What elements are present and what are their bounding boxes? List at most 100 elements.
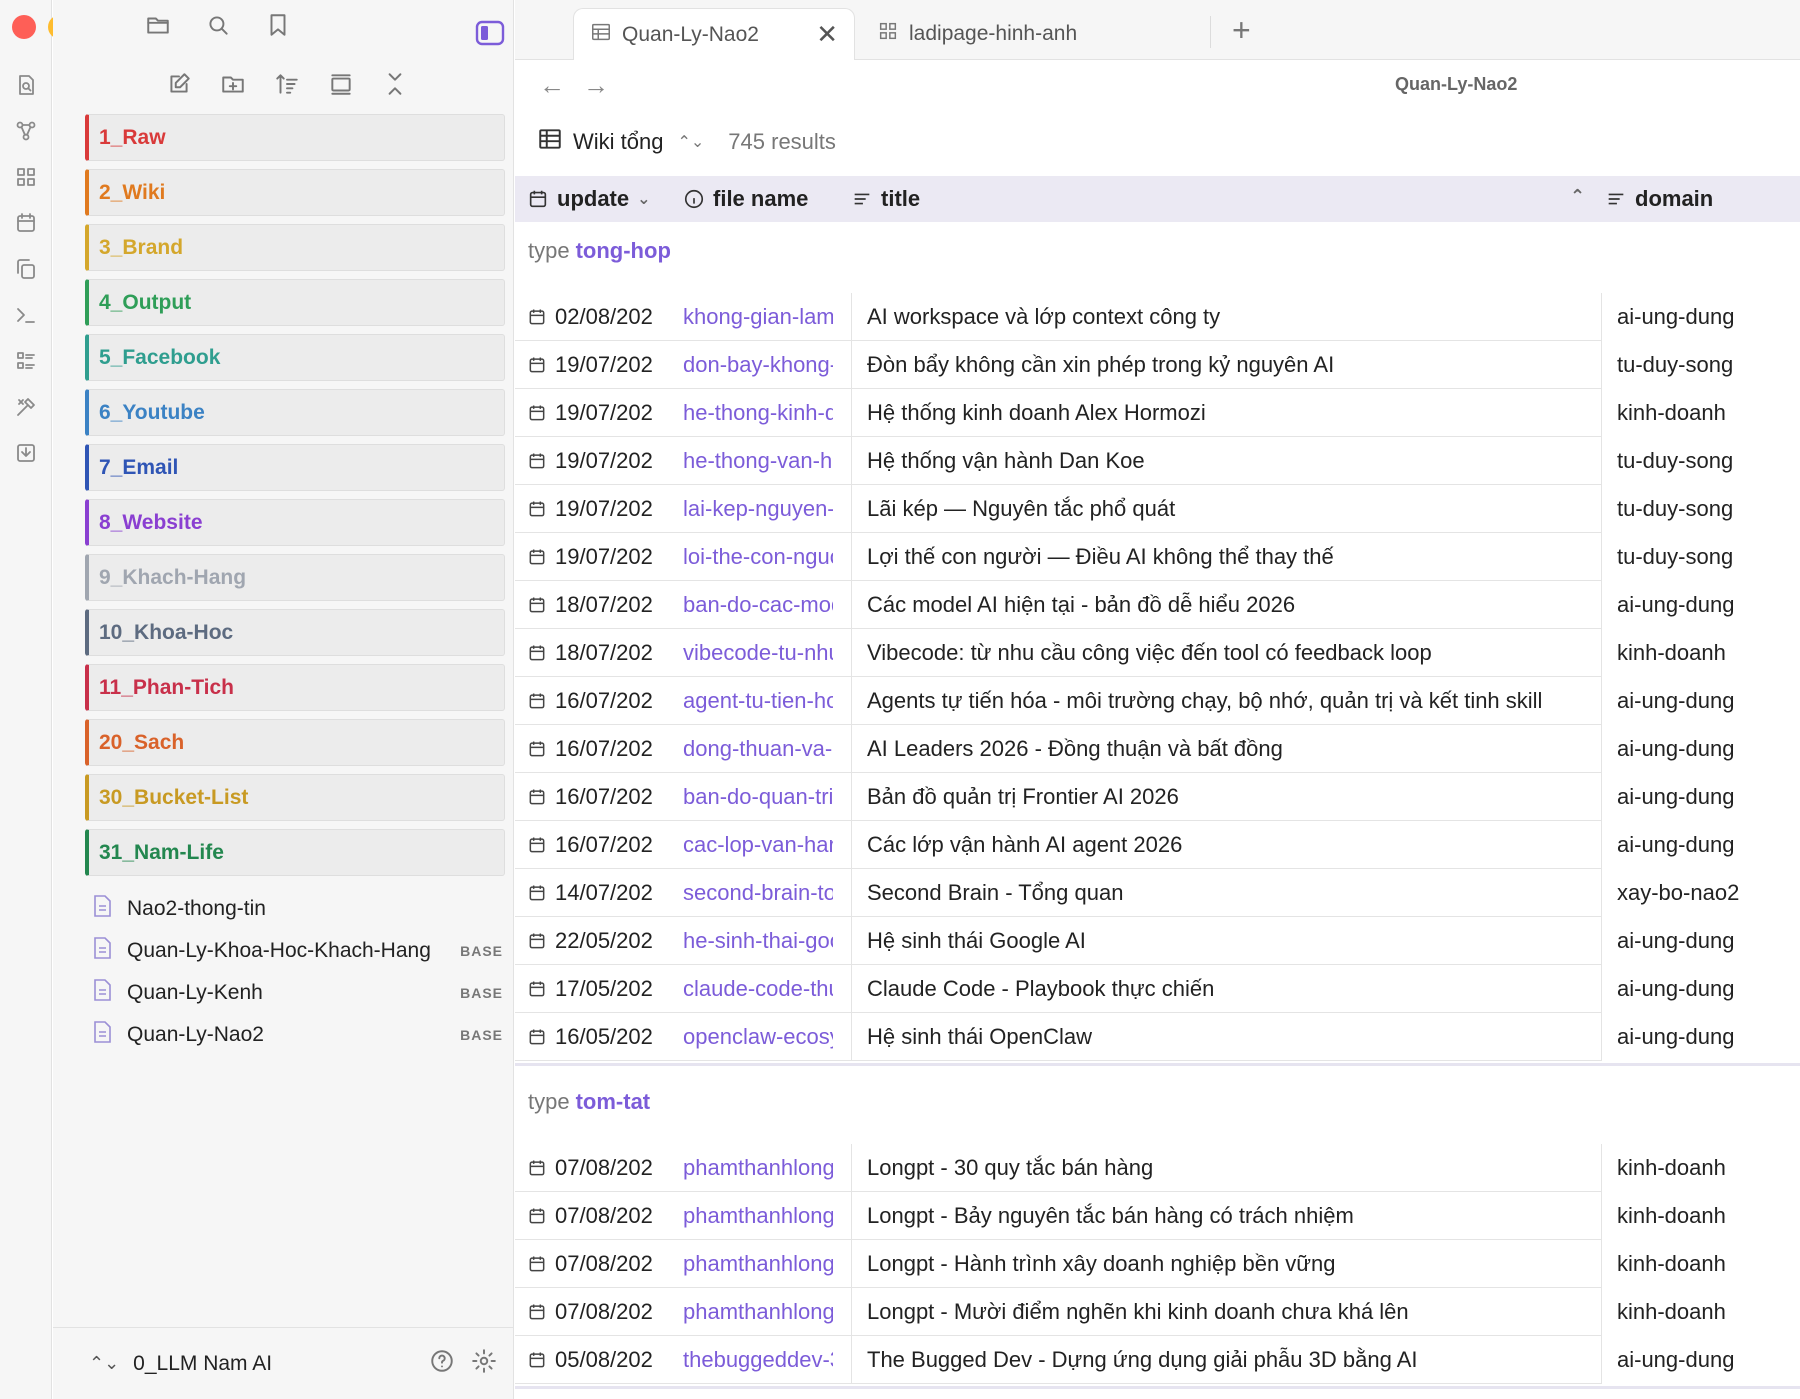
vault-name[interactable]: 0_LLM Nam AI xyxy=(133,1352,429,1376)
column-header-domain[interactable]: domain xyxy=(1605,176,1713,222)
cell-file-name[interactable]: phamthanhlong-bay xyxy=(683,1192,833,1240)
cell-file-name[interactable]: phamthanhlong-hanh xyxy=(683,1240,833,1288)
vault-switch-icon[interactable]: ⌃⌄ xyxy=(89,1353,119,1374)
cell-title: Vibecode: từ nhu cầu công việc đến tool … xyxy=(851,629,1671,677)
column-header-title[interactable]: title xyxy=(851,176,920,222)
sidebar-folder[interactable]: 31_Nam-Life xyxy=(85,829,505,876)
tools-icon[interactable] xyxy=(13,394,39,420)
sidebar-folder[interactable]: 7_Email xyxy=(85,444,505,491)
sidebar-file[interactable]: Quan-Ly-Nao2 BASE xyxy=(91,1014,511,1056)
graph-icon[interactable] xyxy=(13,118,39,144)
table-row[interactable]: 16/07/2026 dong-thuan-va-bat-dong AI Leade… xyxy=(515,725,1800,773)
view-selector[interactable]: Wiki tổng ⌃⌄ 745 results xyxy=(537,124,836,160)
table-row[interactable]: 07/08/2026 phamthanhlong-muoi Longpt - Mườ… xyxy=(515,1288,1800,1336)
sidebar-folder[interactable]: 4_Output xyxy=(85,279,505,326)
table-row[interactable]: 14/07/2026 second-brain-tong-quan Second B… xyxy=(515,869,1800,917)
sidebar-toggle-button[interactable] xyxy=(475,20,505,46)
cell-update: 19/07/2026 xyxy=(527,341,653,389)
collapse-view-icon[interactable] xyxy=(327,70,355,98)
cell-file-name[interactable]: dong-thuan-va-bat-dong xyxy=(683,725,833,773)
table-row[interactable]: 19/07/2026 he-thong-kinh-doanh Hệ thống ki… xyxy=(515,389,1800,437)
table-row[interactable]: 16/05/2026 openclaw-ecosystem Hệ sinh thái… xyxy=(515,1013,1800,1061)
calendar-icon[interactable] xyxy=(13,210,39,236)
cell-file-name[interactable]: he-thong-kinh-doanh xyxy=(683,389,833,437)
sort-ascending-icon[interactable]: ⌃ xyxy=(1570,186,1585,207)
cell-file-name[interactable]: ban-do-quan-tri xyxy=(683,773,833,821)
tab-quan-ly-nao2[interactable]: Quan-Ly-Nao2 ✕ xyxy=(573,8,855,60)
sidebar-folder[interactable]: 11_Phan-Tich xyxy=(85,664,505,711)
cell-file-name[interactable]: he-sinh-thai-google xyxy=(683,917,833,965)
cell-file-name[interactable]: lai-kep-nguyen-tac xyxy=(683,485,833,533)
grid-icon[interactable] xyxy=(13,164,39,190)
sidebar-file[interactable]: Quan-Ly-Kenh BASE xyxy=(91,972,511,1014)
cell-file-name[interactable]: phamthanhlong-30 xyxy=(683,1144,833,1192)
table-row[interactable]: 05/08/2026 thebuggeddev-3d The Bugged Dev … xyxy=(515,1336,1800,1384)
sidebar-folder[interactable]: 20_Sach xyxy=(85,719,505,766)
sidebar-folder[interactable]: 1_Raw xyxy=(85,114,505,161)
cell-file-name[interactable]: loi-the-con-nguoi xyxy=(683,533,833,581)
close-tab-icon[interactable]: ✕ xyxy=(816,19,838,50)
sort-icon[interactable] xyxy=(273,70,301,98)
file-icon xyxy=(91,1020,113,1050)
table-row[interactable]: 19/07/2026 loi-the-con-nguoi Lợi thế con n… xyxy=(515,533,1800,581)
table-row[interactable]: 16/07/2026 cac-lop-van-hanh Các lớp vận hà… xyxy=(515,821,1800,869)
table-row[interactable]: 18/07/2026 ban-do-cac-model Các model AI h… xyxy=(515,581,1800,629)
cell-file-name[interactable]: second-brain-tong-quan xyxy=(683,869,833,917)
forward-arrow-icon[interactable]: → xyxy=(583,70,609,101)
sidebar-file[interactable]: Nao2-thong-tin xyxy=(91,888,511,930)
cell-file-name[interactable]: don-bay-khong-can xyxy=(683,341,833,389)
table-row[interactable]: 02/08/2026 khong-gian-lam-viec AI workspac… xyxy=(515,293,1800,341)
cell-file-name[interactable]: vibecode-tu-nhu-cau xyxy=(683,629,833,677)
new-folder-icon[interactable] xyxy=(219,70,247,98)
tab-ladipage-hinh-anh[interactable]: ladipage-hinh-anh xyxy=(877,8,1127,60)
table-row[interactable]: 17/05/2026 claude-code-thuc-chien Claude C… xyxy=(515,965,1800,1013)
table-row[interactable]: 16/07/2026 agent-tu-tien-hoa Agents tự tiế… xyxy=(515,677,1800,725)
sidebar-folder[interactable]: 30_Bucket-List xyxy=(85,774,505,821)
cell-file-name[interactable]: claude-code-thuc-chien xyxy=(683,965,833,1013)
sidebar-file[interactable]: Quan-Ly-Khoa-Hoc-Khach-Hang BASE xyxy=(91,930,511,972)
cell-file-name[interactable]: ban-do-cac-model xyxy=(683,581,833,629)
list-icon[interactable] xyxy=(13,348,39,374)
bookmark-icon[interactable] xyxy=(265,12,291,43)
table-row[interactable]: 18/07/2026 vibecode-tu-nhu-cau Vibecode: t… xyxy=(515,629,1800,677)
search-icon[interactable] xyxy=(205,12,231,43)
new-tab-button[interactable]: + xyxy=(1232,12,1251,49)
back-arrow-icon[interactable]: ← xyxy=(539,70,565,101)
table-row[interactable]: 07/08/2026 phamthanhlong-30 Longpt - 30 qu… xyxy=(515,1144,1800,1192)
sidebar-folder[interactable]: 10_Khoa-Hoc xyxy=(85,609,505,656)
sidebar-folder[interactable]: 6_Youtube xyxy=(85,389,505,436)
collapse-all-icon[interactable] xyxy=(381,70,409,98)
table-row[interactable]: 07/08/2026 phamthanhlong-hanh Longpt - Hàn… xyxy=(515,1240,1800,1288)
table-row[interactable]: 16/07/2026 ban-do-quan-tri Bản đồ quản trị… xyxy=(515,773,1800,821)
column-header-update[interactable]: update ⌄ xyxy=(527,176,651,222)
cell-file-name[interactable]: he-thong-van-hanh xyxy=(683,437,833,485)
table-row[interactable]: 22/05/2026 he-sinh-thai-google Hệ sinh thá… xyxy=(515,917,1800,965)
column-header-file-name[interactable]: file name xyxy=(683,176,808,222)
new-note-icon[interactable] xyxy=(165,70,193,98)
table-row[interactable]: 19/07/2026 don-bay-khong-can Đòn bẩy không… xyxy=(515,341,1800,389)
table-row[interactable]: 19/07/2026 he-thong-van-hanh Hệ thống vận … xyxy=(515,437,1800,485)
help-icon[interactable] xyxy=(429,1348,455,1379)
terminal-icon[interactable] xyxy=(13,302,39,328)
date-value: 05/08/2026 xyxy=(555,1347,653,1372)
table-row[interactable]: 07/08/2026 phamthanhlong-bay Longpt - Bảy … xyxy=(515,1192,1800,1240)
sidebar-folder[interactable]: 3_Brand xyxy=(85,224,505,271)
cell-file-name[interactable]: cac-lop-van-hanh xyxy=(683,821,833,869)
folder-icon[interactable] xyxy=(145,12,171,43)
sidebar-folder[interactable]: 2_Wiki xyxy=(85,169,505,216)
cell-file-name[interactable]: agent-tu-tien-hoa xyxy=(683,677,833,725)
sidebar-folder[interactable]: 9_Khach-Hang xyxy=(85,554,505,601)
import-icon[interactable] xyxy=(13,440,39,466)
folder-label: 20_Sach xyxy=(99,730,185,754)
settings-icon[interactable] xyxy=(471,1348,497,1379)
cell-file-name[interactable]: phamthanhlong-muoi xyxy=(683,1288,833,1336)
search-file-icon[interactable] xyxy=(13,72,39,98)
copy-icon[interactable] xyxy=(13,256,39,282)
close-window-button[interactable] xyxy=(12,15,36,39)
cell-file-name[interactable]: openclaw-ecosystem xyxy=(683,1013,833,1061)
sidebar-folder[interactable]: 5_Facebook xyxy=(85,334,505,381)
cell-file-name[interactable]: thebuggeddev-3d xyxy=(683,1336,833,1384)
table-row[interactable]: 19/07/2026 lai-kep-nguyen-tac Lãi kép — Ng… xyxy=(515,485,1800,533)
sidebar-folder[interactable]: 8_Website xyxy=(85,499,505,546)
cell-file-name[interactable]: khong-gian-lam-viec xyxy=(683,293,833,341)
